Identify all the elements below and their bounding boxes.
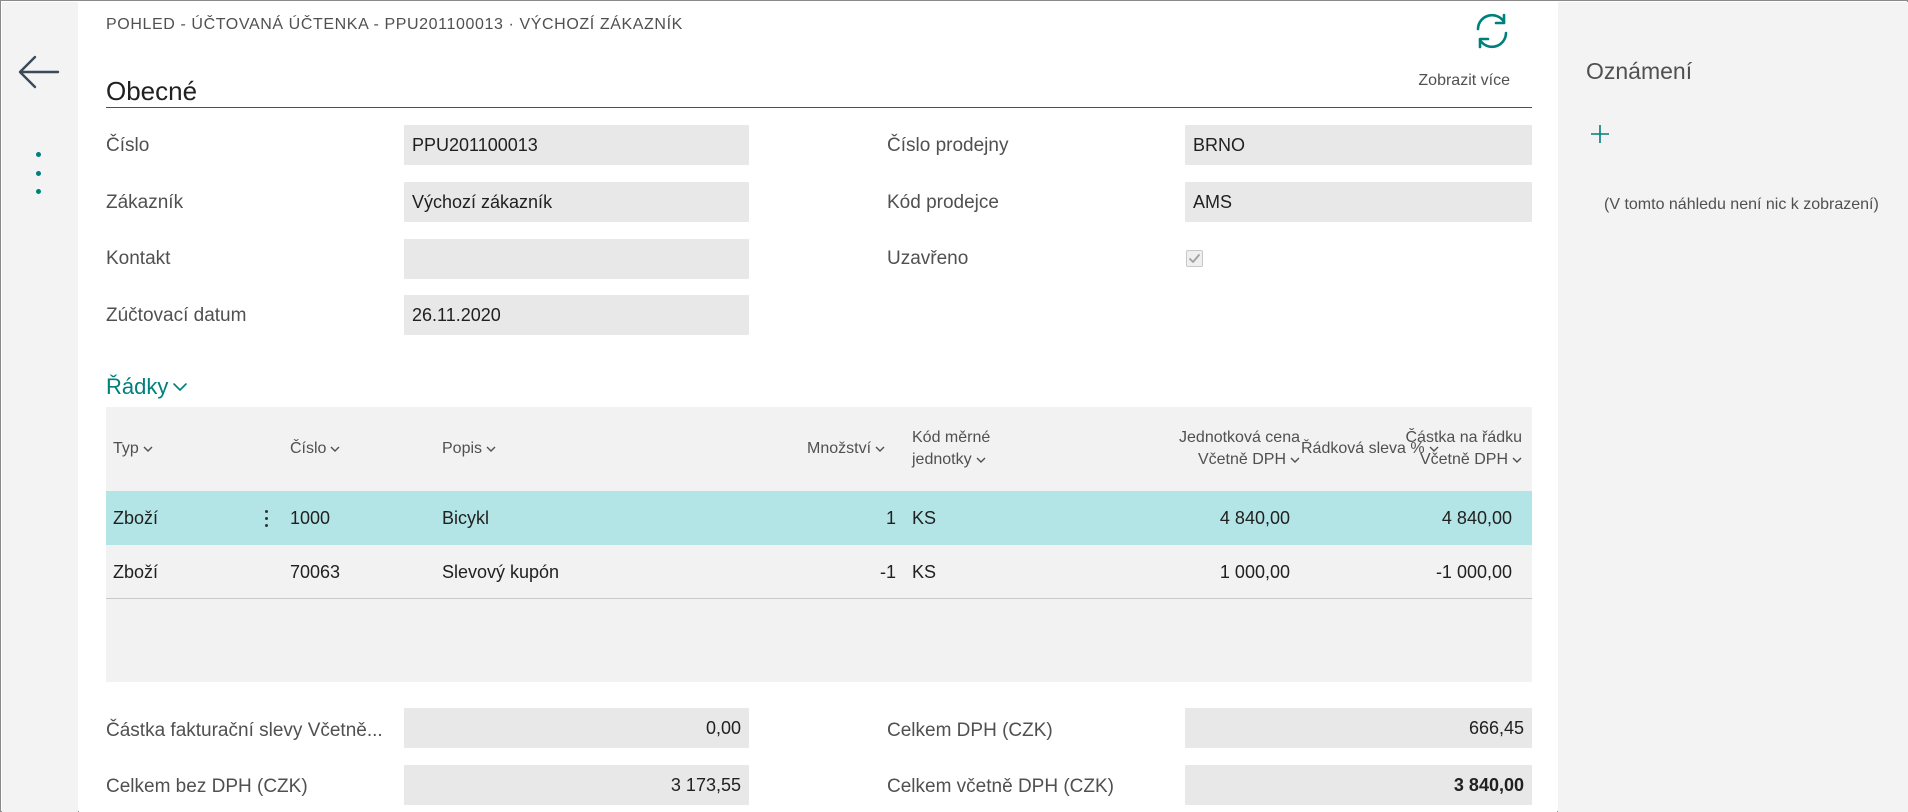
- total-excl-vat-field: 3 173,55: [404, 765, 749, 805]
- left-rail: [2, 2, 78, 812]
- cell-type: Zboží: [113, 507, 159, 528]
- cell-line-amount: -1 000,00: [1435, 561, 1512, 582]
- cell-quantity: -1: [879, 561, 896, 582]
- store-no-field[interactable]: BRNO: [1185, 125, 1532, 165]
- add-notification-button[interactable]: [1588, 122, 1612, 146]
- cell-quantity: 1: [885, 507, 896, 528]
- total-vat-label: Celkem DPH (CZK): [887, 720, 1053, 741]
- closed-checkbox[interactable]: [1186, 250, 1203, 267]
- chevron-down-icon: [330, 446, 340, 452]
- cell-line-amount: 4 840,00: [1441, 507, 1512, 528]
- chevron-down-icon: [1512, 457, 1522, 463]
- number-field[interactable]: PPU201100013: [404, 125, 749, 165]
- column-header-label: Typ: [113, 440, 139, 457]
- column-header-description[interactable]: Popis: [442, 438, 496, 460]
- section-title-general: Obecné: [106, 76, 198, 106]
- column-header-uom[interactable]: Kód měrné jednotky: [912, 427, 990, 471]
- column-header-label: jednotky: [912, 451, 972, 468]
- grid-header: Typ Číslo Popis Množství Kód měrné jedno…: [106, 407, 1532, 491]
- chevron-down-icon: [875, 446, 885, 452]
- column-header-line: Včetně DPH: [1198, 449, 1300, 471]
- column-header-label: Kód měrné: [912, 429, 991, 446]
- cell-no: 1000: [290, 507, 331, 528]
- customer-field[interactable]: Výchozí zákazník: [404, 182, 749, 222]
- dot-icon: [264, 516, 268, 520]
- arrow-left-icon: [18, 55, 60, 89]
- total-vat-field: 666,45: [1185, 708, 1532, 748]
- notifications-panel: Oznámení (V tomto náhledu není nic k zob…: [1558, 2, 1908, 812]
- lines-section-toggle[interactable]: Řádky: [106, 374, 188, 400]
- cell-type: Zboží: [113, 561, 159, 582]
- main-content: POHLED - ÚČTOVANÁ ÚČTENKA - PPU201100013…: [79, 2, 1557, 812]
- salesperson-field[interactable]: AMS: [1185, 182, 1532, 222]
- column-header-label: Množství: [807, 440, 872, 457]
- column-header-label: Popis: [442, 440, 483, 457]
- column-header-label: Jednotková cena: [1179, 429, 1300, 446]
- table-row[interactable]: Zboží 1000 Bicykl 1 KS 4 840,00 4 840,00: [106, 491, 1532, 545]
- cell-unit-price: 4 840,00: [1219, 507, 1290, 528]
- row-actions-button[interactable]: [256, 503, 276, 533]
- posting-date-label: Zúčtovací datum: [106, 305, 247, 326]
- refresh-icon: [1476, 13, 1508, 49]
- cell-unit-price: 1 000,00: [1219, 561, 1290, 582]
- chevron-down-icon: [143, 446, 153, 452]
- chevron-down-icon: [486, 446, 496, 452]
- total-incl-vat-field: 3 840,00: [1185, 765, 1532, 805]
- dot-icon: [264, 509, 268, 513]
- plus-icon: [1591, 125, 1609, 143]
- customer-label: Zákazník: [106, 192, 184, 213]
- column-header-label: Včetně DPH: [1197, 451, 1286, 468]
- table-row[interactable]: Zboží 70063 Slevový kupón -1 KS 1 000,00…: [106, 545, 1532, 599]
- total-excl-vat-label: Celkem bez DPH (CZK): [106, 776, 308, 797]
- chevron-down-icon: [173, 383, 188, 391]
- column-header-type[interactable]: Typ: [113, 438, 153, 460]
- checkmark-icon: [1189, 254, 1200, 263]
- page-breadcrumb: POHLED - ÚČTOVANÁ ÚČTENKA - PPU201100013…: [106, 16, 683, 33]
- column-header-label: Číslo: [290, 440, 327, 457]
- cell-description: Bicykl: [442, 507, 490, 528]
- closed-label: Uzavřeno: [887, 248, 969, 269]
- cell-description: Slevový kupón: [442, 561, 560, 582]
- cell-no: 70063: [290, 561, 341, 582]
- dot-icon: [264, 523, 268, 527]
- chevron-down-icon: [976, 457, 986, 463]
- column-header-label: Částka na řádku: [1405, 429, 1522, 446]
- column-header-unit-price[interactable]: Jednotková cena Včetně DPH: [1082, 427, 1300, 471]
- column-header-line-amount[interactable]: Částka na řádku Včetně DPH: [1376, 427, 1522, 471]
- cell-uom: KS: [912, 507, 937, 528]
- store-no-label: Číslo prodejny: [887, 135, 1009, 156]
- more-actions-button[interactable]: [26, 148, 50, 198]
- invoice-discount-label: Částka fakturační slevy Včetně...: [106, 720, 383, 741]
- salesperson-label: Kód prodejce: [887, 192, 999, 213]
- column-header-label: Včetně DPH: [1419, 451, 1508, 468]
- cell-line-discount: [1301, 491, 1381, 545]
- app-window: POHLED - ÚČTOVANÁ ÚČTENKA - PPU201100013…: [0, 0, 1908, 812]
- refresh-button[interactable]: [1469, 8, 1515, 54]
- dot-icon: [35, 170, 41, 176]
- dot-icon: [35, 189, 41, 194]
- column-header-line: Včetně DPH: [1420, 449, 1522, 471]
- cell-line-discount: [1301, 545, 1381, 599]
- column-header-no[interactable]: Číslo: [290, 438, 340, 460]
- posting-date-field[interactable]: 26.11.2020: [404, 295, 749, 335]
- dot-icon: [35, 152, 41, 157]
- section-divider: [106, 107, 1532, 108]
- contact-field[interactable]: [404, 239, 749, 279]
- chevron-down-icon: [1290, 457, 1300, 463]
- show-more-link[interactable]: Zobrazit více: [1418, 72, 1510, 90]
- notifications-empty-text: (V tomto náhledu není nic k zobrazení): [1604, 196, 1879, 213]
- notifications-title: Oznámení: [1586, 58, 1693, 84]
- total-incl-vat-label: Celkem včetně DPH (CZK): [887, 776, 1114, 797]
- column-header-line: jednotky: [912, 449, 986, 471]
- column-header-quantity[interactable]: Množství: [807, 438, 885, 460]
- back-button[interactable]: [14, 48, 62, 96]
- cell-uom: KS: [912, 561, 937, 582]
- invoice-discount-field[interactable]: 0,00: [404, 708, 749, 748]
- contact-label: Kontakt: [106, 248, 171, 269]
- lines-title: Řádky: [106, 374, 169, 399]
- number-label: Číslo: [106, 135, 150, 156]
- lines-grid: Typ Číslo Popis Množství Kód měrné jedno…: [106, 407, 1532, 682]
